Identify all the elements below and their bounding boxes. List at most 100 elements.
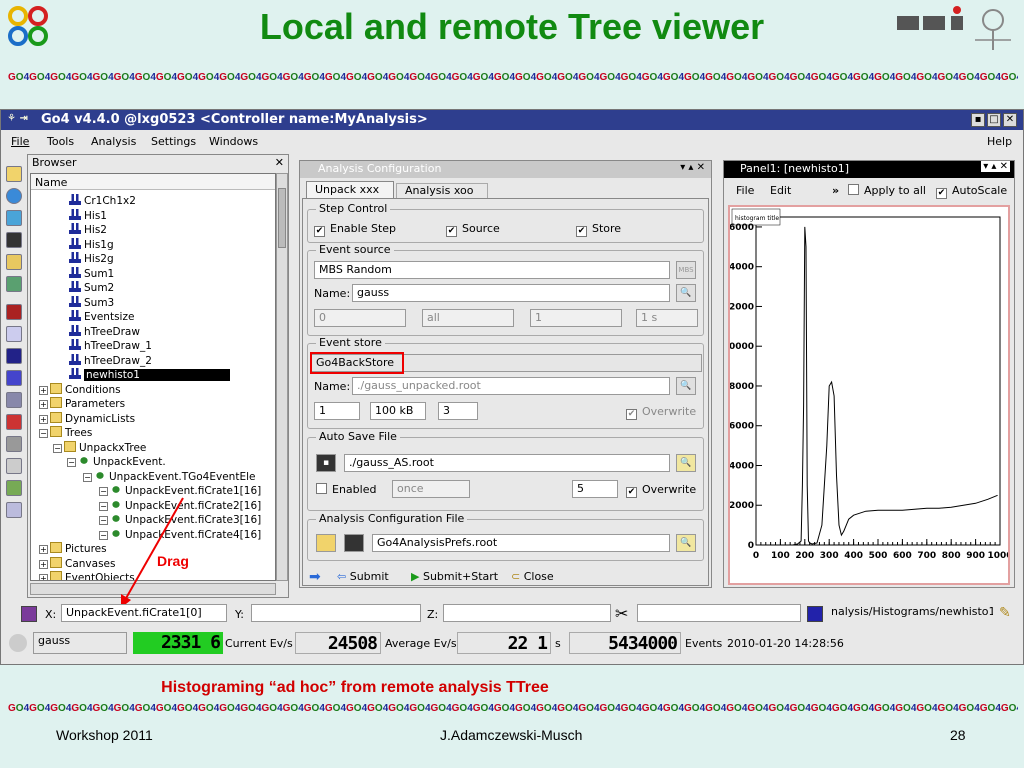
histogram-target-icon[interactable] — [807, 606, 823, 622]
maximize-icon[interactable]: □ — [987, 113, 1001, 127]
http-icon[interactable] — [6, 210, 22, 226]
submit-start-button[interactable]: ▶ Submit+Start — [411, 570, 498, 583]
event-icon[interactable] — [6, 458, 22, 474]
draw-icon[interactable] — [6, 370, 22, 386]
histogram-canvas[interactable]: histogram title 0 100 200 300 400 500 600 700 800… — [728, 205, 1013, 585]
source-name-input[interactable]: gauss — [352, 284, 670, 302]
connect-icon[interactable] — [6, 276, 22, 292]
source-v4[interactable]: 1 s — [636, 309, 698, 327]
close-button[interactable]: ⊂ Close — [511, 570, 554, 583]
config-titlebar[interactable]: Analysis Configuration ▾ ▴ ✕ — [300, 161, 711, 178]
tab-unpack[interactable]: Unpack xxx — [306, 181, 394, 198]
panel-more[interactable]: » — [832, 184, 839, 197]
condition-icon[interactable] — [6, 392, 22, 408]
window-titlebar[interactable]: ⚘ ⇥ Go4 v4.4.0 @lxg0523 <Controller name… — [1, 110, 1023, 130]
autoscale-checkbox[interactable]: ✔ AutoScale — [936, 184, 1007, 199]
store-type-highlight[interactable]: Go4BackStore — [310, 352, 404, 374]
edit-icon[interactable] — [6, 480, 22, 496]
tree-item[interactable]: Eventsize — [69, 310, 134, 324]
histogram-path-input[interactable]: nalysis/Histograms/newhisto1 — [827, 604, 993, 622]
tree-item[interactable]: His1g — [69, 237, 114, 252]
graph-icon[interactable] — [6, 326, 22, 342]
source-v2[interactable]: all — [422, 309, 514, 327]
y-expression-input[interactable] — [251, 604, 421, 622]
expander-icon[interactable]: − — [53, 443, 62, 453]
mbs-button[interactable]: MBS — [676, 261, 696, 279]
expander-icon[interactable]: + — [39, 400, 48, 409]
store-v3[interactable]: 3 — [438, 402, 478, 420]
source-browse-icon[interactable]: 🔍 — [676, 284, 696, 302]
expander-icon[interactable]: − — [67, 458, 76, 467]
menu-tools[interactable]: Tools — [47, 135, 74, 148]
tree-item[interactable]: − UnpackxTree — [53, 440, 146, 455]
expander-icon[interactable]: − — [83, 472, 92, 482]
autosave-file-input[interactable]: ./gauss_AS.root — [344, 454, 670, 472]
tree-item[interactable]: hTreeDraw_2 — [69, 353, 152, 368]
store-browse-icon[interactable]: 🔍 — [676, 377, 696, 395]
menu-settings[interactable]: Settings — [151, 135, 196, 148]
remote-icon[interactable] — [6, 188, 22, 204]
menu-windows[interactable]: Windows — [209, 135, 258, 148]
terminal-icon[interactable] — [6, 502, 22, 518]
tree-item[interactable]: Sum3 — [69, 295, 114, 310]
tree-item[interactable]: His2g — [69, 252, 114, 266]
tree-item[interactable]: + Parameters — [39, 397, 125, 411]
autosave-enabled-checkbox[interactable]: Enabled — [316, 483, 376, 496]
tree-item[interactable]: + Pictures — [39, 542, 107, 556]
close-icon[interactable]: ✕ — [1003, 113, 1017, 127]
panel-titlebar[interactable]: Panel1: [newhisto1] ▾ ▴ ✕ — [724, 161, 1014, 178]
autosave-overwrite-checkbox[interactable]: ✔ Overwrite — [626, 483, 696, 498]
save-icon[interactable] — [6, 232, 22, 248]
browser-close-icon[interactable]: ✕ — [275, 156, 284, 169]
panel-window-buttons[interactable]: ▾ ▴ ✕ — [981, 161, 1010, 172]
export-icon[interactable] — [6, 254, 22, 270]
expander-icon[interactable]: − — [99, 487, 108, 496]
tree-item[interactable]: hTreeDraw_1 — [69, 339, 152, 353]
tree-item[interactable]: − UnpackEvent. — [67, 455, 166, 469]
tree-item[interactable]: + DynamicLists — [39, 411, 135, 426]
config-open-icon[interactable] — [316, 534, 336, 552]
config-window-buttons[interactable]: ▾ ▴ ✕ — [680, 162, 705, 173]
source-v1[interactable]: 0 — [314, 309, 406, 327]
expander-icon[interactable]: − — [99, 516, 108, 525]
store-checkbox[interactable]: ✔ Store — [576, 222, 621, 237]
tree-item[interactable]: hTreeDraw — [69, 324, 140, 339]
menu-analysis[interactable]: Analysis — [91, 135, 136, 148]
open-icon[interactable] — [6, 166, 22, 182]
apply-arrow-icon[interactable]: ➡ — [309, 569, 321, 585]
draw-pencil-icon[interactable]: ✎ — [999, 605, 1011, 621]
tree-item[interactable]: + Conditions — [39, 382, 121, 397]
tree-item[interactable]: − UnpackEvent.TGo4EventEle — [83, 469, 255, 484]
menu-file[interactable]: File — [11, 135, 29, 148]
expander-icon[interactable]: + — [39, 414, 48, 424]
expander-icon[interactable]: − — [39, 429, 48, 438]
expander-icon[interactable]: − — [99, 530, 108, 540]
config-file-input[interactable]: Go4AnalysisPrefs.root — [372, 534, 670, 552]
tree-item[interactable]: His2 — [69, 223, 107, 237]
store-overwrite-checkbox[interactable]: ✔ Overwrite — [626, 405, 696, 420]
store-v2[interactable]: 100 kB — [370, 402, 426, 420]
cut-icon[interactable]: ✂ — [615, 604, 628, 623]
panel-menu-edit[interactable]: Edit — [770, 184, 791, 197]
store-v1[interactable]: 1 — [314, 402, 360, 420]
restore-icon[interactable]: ▪ — [971, 113, 985, 127]
config-save-icon[interactable] — [344, 534, 364, 552]
column-header-name[interactable]: Name — [31, 174, 275, 190]
autosave-mode[interactable]: once — [392, 480, 470, 498]
expander-icon[interactable]: + — [39, 545, 48, 554]
z-expression-input[interactable] — [443, 604, 611, 622]
marker-icon[interactable] — [6, 414, 22, 430]
expander-icon[interactable]: + — [39, 559, 48, 569]
cut-expression-input[interactable] — [637, 604, 801, 622]
tree-item[interactable]: Sum2 — [69, 281, 114, 295]
expander-icon[interactable]: − — [99, 501, 108, 511]
source-type-select[interactable]: MBS Random — [314, 261, 670, 279]
tree-item[interactable]: − Trees — [39, 426, 92, 440]
browser-vscrollbar[interactable] — [276, 173, 288, 581]
newhisto-icon[interactable] — [6, 348, 22, 364]
autosave-disk-icon[interactable]: ▪ — [316, 454, 336, 472]
autosave-value[interactable]: 5 — [572, 480, 618, 498]
window-menu-icon[interactable]: ⚘ ⇥ — [7, 113, 28, 124]
panel-menu-file[interactable]: File — [736, 184, 754, 197]
submit-button[interactable]: ⇦ Submit — [337, 570, 389, 583]
